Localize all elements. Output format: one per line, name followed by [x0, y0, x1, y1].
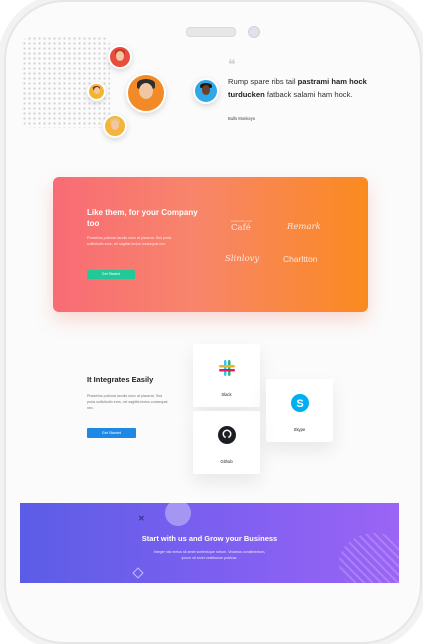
skype-icon: S	[291, 394, 309, 412]
footer-cta-section: Start with us and Grow your Business Int…	[20, 503, 399, 583]
cta-text: Phasellus pulvinar iaculis nunc at place…	[87, 236, 172, 246]
avatar-red-hair	[108, 45, 132, 69]
cta-get-started-button[interactable]: Get Started	[87, 270, 135, 279]
cross-decoration: ✕	[138, 514, 145, 523]
footer-text: Integer nisi metus sit amet scelerisque …	[153, 550, 266, 560]
avatar-quote-author	[193, 78, 219, 104]
svg-text:S: S	[296, 398, 303, 410]
slack-icon	[219, 360, 235, 376]
app-card-github[interactable]: Github	[193, 411, 260, 474]
app-label-slack: Slack	[221, 392, 232, 397]
github-icon	[218, 426, 236, 444]
app-label-github: Github	[220, 459, 233, 464]
client-logo-remark: Remark	[287, 222, 321, 232]
client-logo-slinlovy: Slinlovy	[225, 254, 260, 264]
cta-title: Like them, for your Company too	[87, 208, 198, 228]
client-logo-charltton: Charltton	[283, 254, 318, 264]
avatar-featured-man	[126, 73, 166, 113]
testimonial-quote: Rump spare ribs tail pastrami ham hock t…	[228, 77, 367, 99]
avatar-blonde	[103, 114, 127, 138]
integrations-title: It Integrates Easily	[87, 375, 154, 384]
quote-icon: ❝	[228, 57, 236, 73]
integrations-text: Phasellus pulvinar iaculis nunc at place…	[87, 394, 168, 410]
footer-title: Start with us and Grow your Business	[141, 534, 278, 543]
app-card-skype[interactable]: S Skype	[266, 379, 333, 442]
client-logo-cafe: Café	[231, 223, 251, 233]
circle-decoration	[165, 500, 191, 526]
app-label-skype: Skype	[293, 427, 306, 432]
diamond-decoration	[132, 567, 144, 579]
avatar-yellow-shirt	[87, 82, 106, 101]
app-card-slack[interactable]: Slack	[193, 344, 260, 407]
cta-banner: Like them, for your Company too Phasellu…	[53, 177, 368, 312]
phone-speaker	[186, 27, 236, 37]
integrations-get-started-button[interactable]: Get Started	[87, 428, 136, 438]
phone-camera	[248, 26, 260, 38]
testimonial-author: Bulls Monkeys	[228, 116, 255, 121]
